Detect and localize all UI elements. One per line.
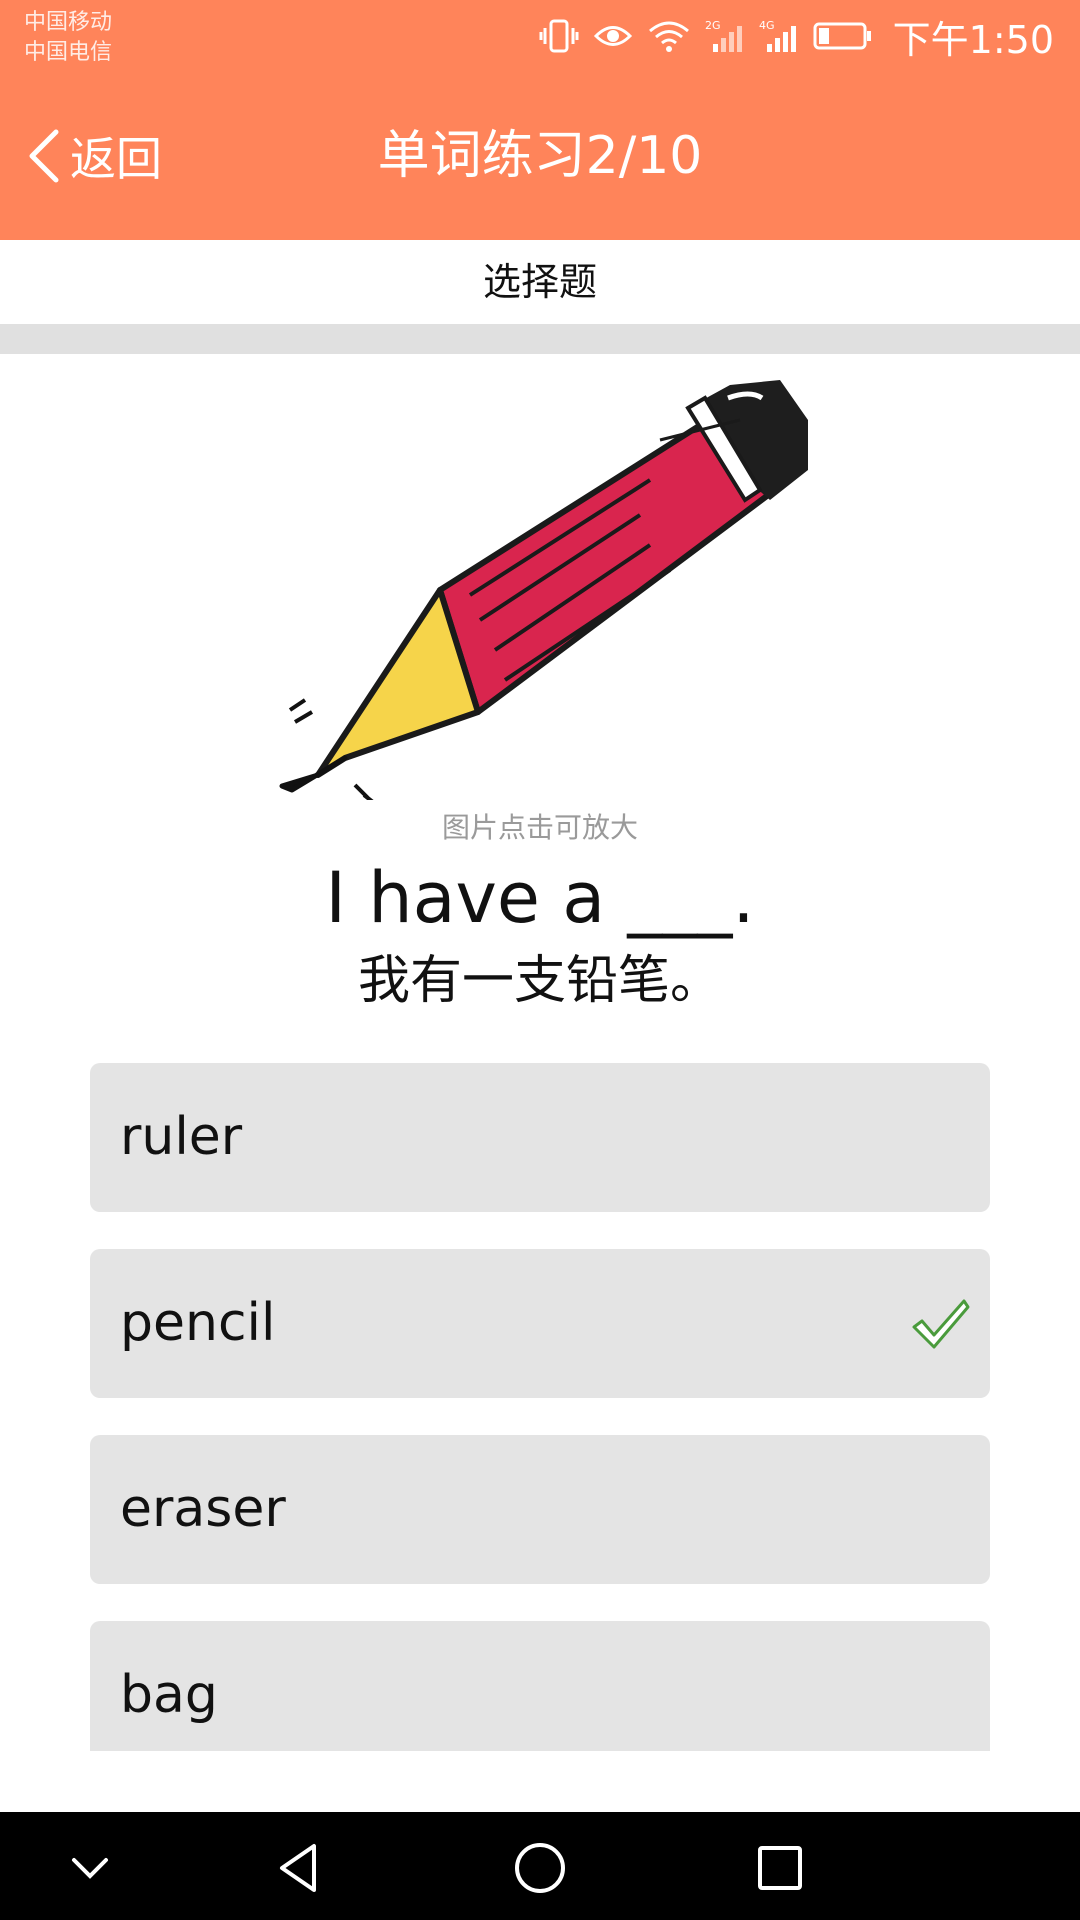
app-header: 中国移动 中国电信 2G 4G 下午1:50 返回 单词练习2/10 bbox=[0, 0, 1080, 240]
option-label: eraser bbox=[120, 1479, 286, 1539]
image-zoom-hint: 图片点击可放大 bbox=[441, 811, 638, 844]
carrier-label-1: 中国移动 bbox=[24, 10, 113, 35]
home-circle-icon[interactable] bbox=[510, 1838, 570, 1898]
recents-square-icon[interactable] bbox=[750, 1838, 810, 1898]
carrier-info: 中国移动 中国电信 bbox=[24, 8, 112, 68]
svg-text:4G: 4G bbox=[759, 19, 775, 32]
vibrate-icon bbox=[539, 19, 579, 53]
battery-icon bbox=[813, 22, 871, 50]
question-type-label: 选择题 bbox=[0, 240, 1080, 324]
option-label: pencil bbox=[120, 1293, 276, 1353]
option-label: bag bbox=[120, 1665, 218, 1725]
option-eraser[interactable]: eraser bbox=[90, 1435, 990, 1584]
option-bag[interactable]: bag bbox=[90, 1621, 990, 1751]
page-title: 单词练习2/10 bbox=[377, 126, 703, 186]
signal-4g-icon: 4G bbox=[759, 19, 796, 52]
status-icons: 2G 4G 下午1:50 bbox=[539, 14, 1054, 62]
back-triangle-icon[interactable] bbox=[270, 1838, 330, 1898]
signal-2g-icon: 2G bbox=[705, 19, 742, 52]
section-divider bbox=[0, 324, 1080, 354]
checkmark-icon bbox=[912, 1299, 970, 1349]
system-nav-bar bbox=[0, 1812, 1080, 1920]
nav-bar-top: 返回 单词练习2/10 bbox=[0, 100, 1080, 220]
question-sentence: I have a ___. bbox=[325, 857, 755, 939]
answer-options: ruler pencil eraser bag bbox=[90, 1063, 990, 1751]
option-ruler[interactable]: ruler bbox=[90, 1063, 990, 1212]
svg-text:2G: 2G bbox=[705, 19, 721, 32]
option-label: ruler bbox=[120, 1107, 243, 1167]
carrier-label-2: 中国电信 bbox=[24, 40, 113, 65]
option-pencil[interactable]: pencil bbox=[90, 1249, 990, 1398]
wifi-icon bbox=[648, 21, 689, 52]
collapse-icon[interactable] bbox=[60, 1838, 120, 1898]
eye-icon bbox=[593, 26, 632, 46]
pencil-illustration[interactable] bbox=[270, 380, 820, 800]
question-translation: 我有一支铅笔。 bbox=[357, 951, 722, 1011]
clock: 下午1:50 bbox=[892, 17, 1054, 62]
